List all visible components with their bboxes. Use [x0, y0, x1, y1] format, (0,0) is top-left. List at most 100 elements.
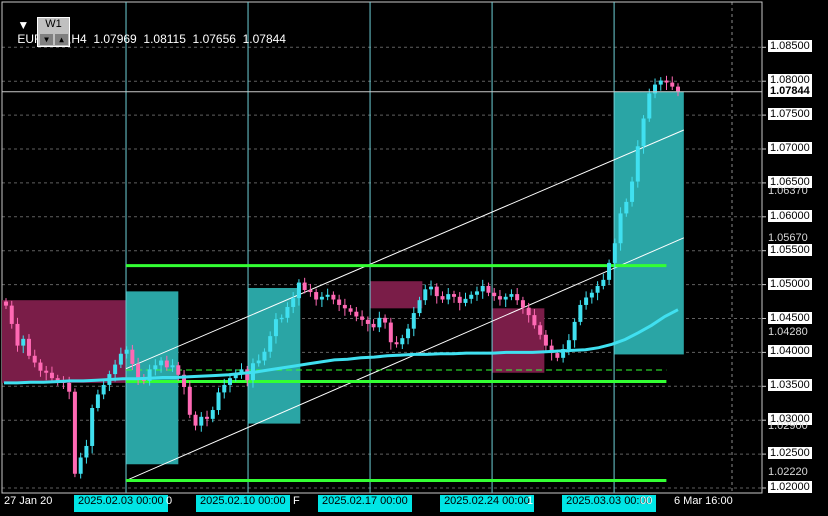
candle-body — [446, 294, 451, 300]
candle-body — [497, 296, 502, 300]
candle-body — [676, 86, 680, 92]
candle-body — [130, 349, 135, 364]
candle-body — [291, 298, 296, 307]
candle-body — [429, 286, 434, 290]
candle-body — [210, 410, 215, 419]
time-label-partial: 00 — [640, 495, 653, 507]
candle-body — [360, 316, 365, 320]
timeframe-down-icon[interactable]: ▼ — [40, 34, 53, 45]
candle-body — [457, 296, 462, 303]
collapse-icon[interactable]: ▼ — [17, 18, 29, 32]
chart-window[interactable]: ▼ EURUSD,H4 1.07969 1.08115 1.07656 1.07… — [0, 0, 828, 516]
candle-body — [572, 321, 577, 341]
candle-body — [578, 304, 583, 322]
candle-body — [302, 282, 307, 291]
time-label-start: 27 Jan 20 — [4, 495, 53, 507]
candle-body — [228, 378, 232, 385]
price-label-minor: 1.02900 — [768, 419, 808, 432]
candle-body — [32, 355, 37, 363]
candle-body — [434, 286, 439, 297]
candle-body — [480, 285, 485, 292]
candle-body — [538, 325, 543, 335]
candle-body — [296, 282, 301, 299]
candle-body — [641, 118, 646, 147]
candle-body — [314, 292, 319, 300]
candle-body — [101, 384, 106, 395]
candle-body — [44, 370, 49, 373]
candle-body — [164, 360, 169, 368]
candle-body — [664, 80, 669, 83]
zone-session-5 — [614, 91, 684, 355]
candle-body — [222, 384, 227, 393]
candle-body — [285, 306, 290, 318]
candles — [4, 75, 680, 479]
price-label-minor: 1.02220 — [768, 466, 808, 479]
candle-body — [245, 369, 250, 381]
price-label: 1.04000 — [768, 345, 812, 358]
candle-body — [21, 338, 26, 346]
candle-body — [503, 296, 508, 300]
price-label: 1.02000 — [768, 481, 812, 493]
candle-body — [607, 262, 612, 280]
candle-body — [532, 315, 537, 326]
price-label-minor: 1.06370 — [768, 184, 808, 197]
candle-body — [589, 292, 594, 298]
session-time-label: 2025.02.10 00:00 — [196, 495, 290, 512]
zone-session-2 — [248, 287, 301, 424]
candle-body — [205, 416, 210, 419]
price-label: 1.04500 — [768, 311, 812, 324]
candle-body — [325, 294, 330, 297]
candle-body — [440, 296, 445, 300]
timeframe-switcher[interactable]: W1 ▼ ▲ — [37, 17, 70, 47]
price-label: 1.05000 — [768, 277, 812, 290]
candle-body — [354, 311, 359, 317]
timeframe-up-icon[interactable]: ▲ — [55, 34, 68, 45]
candle-body — [348, 308, 353, 312]
candle-body — [113, 364, 118, 375]
candle-body — [90, 407, 95, 446]
candle-body — [67, 382, 72, 392]
candle-body — [520, 300, 525, 308]
candle-body — [584, 297, 589, 305]
price-label: 1.08500 — [768, 40, 812, 53]
candle-body — [176, 365, 181, 375]
price-label-minor: 1.05670 — [768, 232, 808, 245]
candle-body — [474, 291, 479, 295]
candle-body — [463, 298, 468, 303]
candle-body — [486, 285, 491, 293]
price-label: 1.06000 — [768, 209, 812, 222]
candle-body — [193, 414, 198, 426]
zone-session-3 — [370, 281, 423, 309]
candle-body — [38, 362, 43, 371]
candle-body — [624, 201, 629, 214]
candle-body — [371, 323, 376, 328]
candle-body — [262, 351, 267, 361]
candle-body — [526, 307, 531, 316]
candle-body — [331, 294, 336, 300]
candle-body — [319, 296, 324, 300]
session-zones — [2, 91, 684, 465]
candle-body — [342, 304, 347, 309]
timeframe-label: W1 — [45, 18, 62, 30]
candle-body — [423, 289, 428, 301]
current-price-label: 1.07844 — [768, 84, 812, 97]
candle-body — [279, 317, 284, 320]
candle-body — [308, 290, 313, 293]
candle-body — [635, 146, 640, 182]
price-chart[interactable] — [0, 0, 828, 516]
price-label: 1.03500 — [768, 379, 812, 392]
candle-body — [216, 392, 221, 411]
candle-body — [187, 386, 192, 415]
price-label: 1.07500 — [768, 108, 812, 121]
price-label: 1.05500 — [768, 243, 812, 256]
candle-body — [394, 342, 399, 345]
candle-body — [566, 340, 571, 350]
candle-body — [469, 294, 474, 299]
candle-body — [595, 285, 600, 293]
zone-prior-week — [2, 300, 127, 383]
candle-body — [256, 360, 261, 364]
time-label-end: 6 Mar 16:00 — [674, 495, 733, 507]
candle-body — [492, 292, 497, 297]
candle-body — [49, 372, 54, 379]
channel-line-2 — [125, 237, 685, 482]
